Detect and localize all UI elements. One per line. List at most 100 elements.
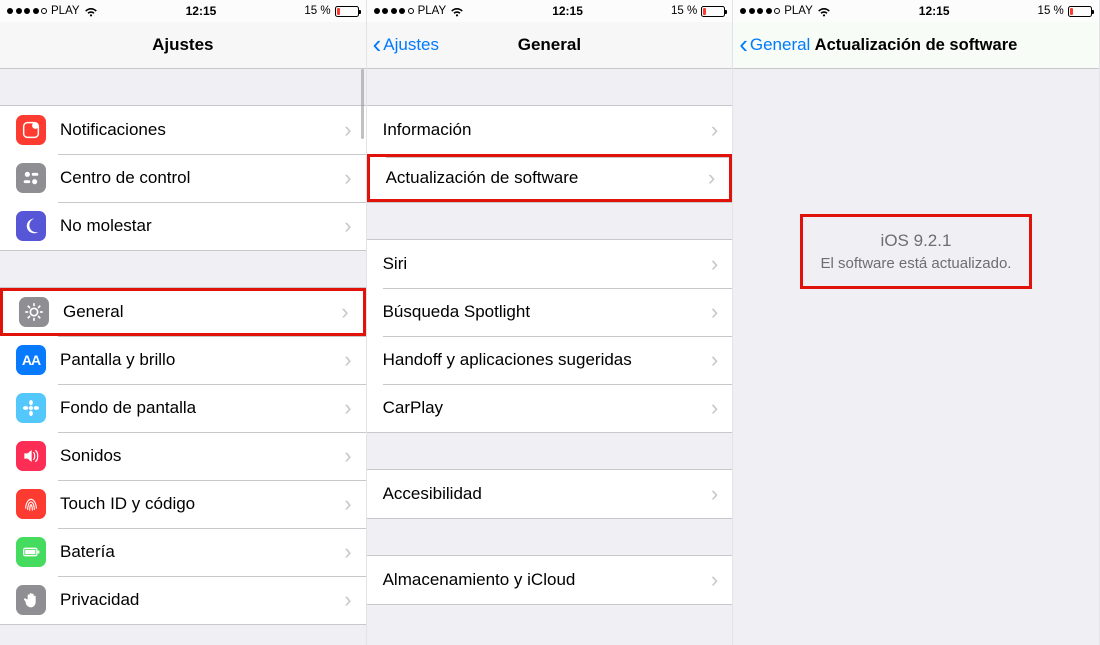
settings-row-informacion[interactable]: Información› [367,106,733,154]
notifications-icon [16,115,46,145]
chevron-right-icon: › [344,347,365,373]
chevron-left-icon: ‹ [373,31,382,57]
wifi-icon [817,6,831,17]
row-label: Información [383,120,711,140]
row-label: General [63,302,341,322]
status-bar: PLAY 12:15 15 % [733,0,1099,22]
chevron-right-icon: › [344,165,365,191]
chevron-right-icon: › [341,299,362,325]
general-group: Siri›Búsqueda Spotlight›Handoff y aplica… [367,239,733,433]
settings-group: General›AAPantalla y brillo›Fondo de pan… [0,287,366,625]
row-label: Fondo de pantalla [60,398,344,418]
battery-icon [335,6,359,17]
wallpaper-icon [16,393,46,423]
settings-row-touch-id[interactable]: Touch ID y código› [0,480,366,528]
status-bar: PLAY 12:15 15 % [0,0,366,22]
nav-bar: ‹ Ajustes General [367,22,733,69]
status-bar: PLAY 12:15 15 % [367,0,733,22]
general-group: Almacenamiento y iCloud› [367,555,733,605]
row-label: Búsqueda Spotlight [383,302,711,322]
row-label: Accesibilidad [383,484,711,504]
carrier-label: PLAY [784,5,813,17]
do-not-disturb-icon [16,211,46,241]
sounds-icon [16,441,46,471]
display-icon: AA [16,345,46,375]
screen-general: PLAY 12:15 15 % ‹ Ajustes General Inform… [367,0,734,645]
chevron-right-icon: › [344,539,365,565]
row-label: Actualización de software [386,168,708,188]
chevron-right-icon: › [711,481,732,507]
row-label: No molestar [60,216,344,236]
battery-percent-label: 15 % [671,5,697,17]
chevron-right-icon: › [344,117,365,143]
chevron-right-icon: › [344,213,365,239]
settings-row-centro-de-control[interactable]: Centro de control› [0,154,366,202]
back-button[interactable]: ‹ General [739,33,810,57]
row-label: CarPlay [383,398,711,418]
chevron-left-icon: ‹ [739,31,748,57]
chevron-right-icon: › [711,567,732,593]
back-label: Ajustes [383,35,439,55]
settings-row-fondo-pantalla[interactable]: Fondo de pantalla› [0,384,366,432]
update-status-box: iOS 9.2.1 El software está actualizado. [800,214,1033,289]
battery-icon [1068,6,1092,17]
chevron-right-icon: › [711,299,732,325]
battery-icon [16,537,46,567]
row-label: Privacidad [60,590,344,610]
back-button[interactable]: ‹ Ajustes [373,33,439,57]
ios-version-label: iOS 9.2.1 [821,231,1012,251]
chevron-right-icon: › [344,491,365,517]
settings-group: Notificaciones›Centro de control›No mole… [0,105,366,251]
row-label: Almacenamiento y iCloud [383,570,711,590]
privacy-hand-icon [16,585,46,615]
settings-row-bateria[interactable]: Batería› [0,528,366,576]
settings-row-siri[interactable]: Siri› [367,240,733,288]
chevron-right-icon: › [711,251,732,277]
settings-row-sonidos[interactable]: Sonidos› [0,432,366,480]
chevron-right-icon: › [711,395,732,421]
wifi-icon [84,6,98,17]
settings-row-general[interactable]: General› [0,288,366,336]
settings-row-spotlight[interactable]: Búsqueda Spotlight› [367,288,733,336]
chevron-right-icon: › [708,165,729,191]
row-label: Sonidos [60,446,344,466]
chevron-right-icon: › [711,347,732,373]
carrier-label: PLAY [51,5,80,17]
settings-row-handoff[interactable]: Handoff y aplicaciones sugeridas› [367,336,733,384]
wifi-icon [450,6,464,17]
row-label: Centro de control [60,168,344,188]
signal-strength-icon [374,8,414,14]
control-center-icon [16,163,46,193]
battery-icon [701,6,725,17]
clock-label: 12:15 [186,4,217,18]
update-message: El software está actualizado. [821,255,1012,272]
battery-percent-label: 15 % [1038,5,1064,17]
row-label: Notificaciones [60,120,344,140]
nav-bar: Ajustes [0,22,366,69]
fingerprint-icon [16,489,46,519]
settings-row-carplay[interactable]: CarPlay› [367,384,733,432]
clock-label: 12:15 [552,4,583,18]
settings-row-actualizacion-software[interactable]: Actualización de software› [367,154,733,202]
settings-row-no-molestar[interactable]: No molestar› [0,202,366,250]
screen-settings: PLAY 12:15 15 % Ajustes Notificaciones›C… [0,0,367,645]
carrier-label: PLAY [418,5,447,17]
general-group: Información›Actualización de software› [367,105,733,203]
row-label: Pantalla y brillo [60,350,344,370]
general-group: Accesibilidad› [367,469,733,519]
nav-bar: ‹ General Actualización de software [733,22,1099,69]
clock-label: 12:15 [919,4,950,18]
settings-row-privacidad[interactable]: Privacidad› [0,576,366,624]
chevron-right-icon: › [711,117,732,143]
settings-row-accesibilidad[interactable]: Accesibilidad› [367,470,733,518]
battery-percent-label: 15 % [304,5,330,17]
back-label: General [750,35,810,55]
chevron-right-icon: › [344,443,365,469]
row-label: Siri [383,254,711,274]
page-title: Ajustes [0,35,366,55]
gear-icon [19,297,49,327]
settings-row-notificaciones[interactable]: Notificaciones› [0,106,366,154]
settings-row-almacenamiento[interactable]: Almacenamiento y iCloud› [367,556,733,604]
chevron-right-icon: › [344,587,365,613]
settings-row-pantalla-brillo[interactable]: AA Pantalla y brillo› [0,336,366,384]
